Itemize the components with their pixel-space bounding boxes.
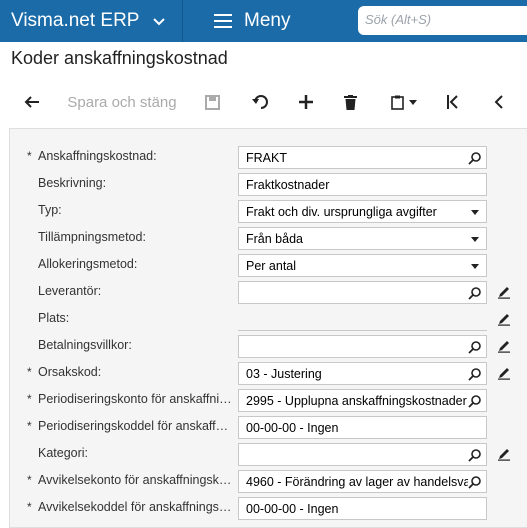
search-icon[interactable] [468,151,482,165]
app-switcher[interactable]: Visma.net ERP [0,0,183,42]
save-close-button[interactable]: Spara och stäng [62,84,182,120]
payment-terms-input[interactable] [238,335,487,358]
paste-menu-button[interactable] [386,84,422,120]
menu-button[interactable]: Meny [184,0,344,42]
field-label: Typ: [38,203,62,217]
search-icon[interactable] [468,367,482,381]
field-label: Plats: [38,311,70,325]
accrual-sub-value: 00-00-00 - Ingen [246,421,339,435]
caret-down-icon [409,99,417,105]
required-marker: * [27,500,32,514]
reason-code-input[interactable]: 03 - Justering [238,362,487,385]
description-value: Fraktkostnader [246,178,330,192]
category-input[interactable] [238,443,487,466]
accrual-sub-input[interactable]: 00-00-00 - Ingen [238,416,487,439]
allocation-method-select[interactable]: Per antal [238,254,487,277]
variance-sub-input[interactable]: 00-00-00 - Ingen [238,497,487,520]
location-input[interactable] [238,308,487,331]
search-icon[interactable] [468,340,482,354]
field-label: Orsakskod: [38,365,102,379]
pencil-icon[interactable] [497,285,511,299]
field-label: Leverantör: [38,284,102,298]
first-record-button[interactable] [440,84,464,120]
plus-icon [299,95,313,109]
search-icon[interactable] [468,475,482,489]
field-label: Periodiseringskonto för anskaffningskost… [38,392,234,406]
type-value: Frakt och div. ursprungliga avgifter [246,205,437,219]
variance-account-input[interactable]: 4960 - Förändring av lager av handelsvar… [238,470,487,493]
first-page-icon [446,95,458,109]
pencil-icon[interactable] [497,366,511,380]
search-icon[interactable] [468,286,482,300]
variance-account-value: 4960 - Förändring av lager av handelsvar… [246,475,468,489]
page-title: Koder anskaffningskostnad [11,48,228,68]
save-icon [204,94,220,110]
menu-label: Meny [244,10,291,31]
field-label: Betalningsvillkor: [38,338,132,352]
reason-code-value: 03 - Justering [246,367,322,381]
description-input[interactable]: Fraktkostnader [238,173,487,196]
type-select[interactable]: Frakt och div. ursprungliga avgifter [238,200,487,223]
toolbar: Spara och stäng [0,84,527,120]
dropdown-arrow-icon[interactable] [471,264,479,269]
search-icon[interactable] [468,448,482,462]
pencil-icon[interactable] [497,447,511,461]
field-label: Periodiseringskoddel för anskaffningskos… [38,419,234,433]
clipboard-icon [391,95,404,110]
undo-icon [252,95,268,109]
required-marker: * [27,473,32,487]
field-label: Beskrivning: [38,176,107,190]
search-input[interactable]: Sök (Alt+S) [358,6,527,35]
back-button[interactable] [20,84,44,120]
dropdown-arrow-icon[interactable] [471,210,479,215]
app-name: Visma.net ERP [11,10,140,31]
required-marker: * [27,365,32,379]
chevron-down-icon [153,13,166,29]
required-marker: * [27,149,32,163]
chevron-left-icon [494,95,503,109]
add-button[interactable] [294,84,318,120]
search-placeholder: Sök (Alt+S) [365,12,432,27]
vendor-input[interactable] [238,281,487,304]
field-label: Avvikelsekoddel för anskaffningskostnad: [38,500,234,514]
search-icon[interactable] [468,394,482,408]
save-button[interactable] [200,84,224,120]
arrow-left-icon [24,96,39,108]
delete-button[interactable] [338,84,362,120]
allocation-method-value: Per antal [246,259,297,273]
pencil-icon[interactable] [497,312,511,326]
apply-method-select[interactable]: Från båda [238,227,487,250]
required-marker: * [27,419,32,433]
hamburger-icon [214,14,232,28]
apply-method-value: Från båda [246,232,303,246]
accrual-account-input[interactable]: 2995 - Upplupna anskaffningskostnader [238,389,487,412]
pencil-icon[interactable] [497,339,511,353]
dropdown-arrow-icon[interactable] [471,237,479,242]
code-value: FRAKT [246,151,287,165]
field-label: Kategori: [38,446,89,460]
field-label: Avvikelsekonto för anskaffningskostnad: [38,473,234,487]
field-label: Tillämpningsmetod: [38,230,146,244]
top-bar: Visma.net ERP Meny Sök (Alt+S) [0,0,527,42]
previous-record-button[interactable] [486,84,510,120]
trash-icon [343,94,357,110]
code-input[interactable]: FRAKT [238,146,487,169]
variance-sub-value: 00-00-00 - Ingen [246,502,339,516]
undo-button[interactable] [248,84,272,120]
field-label: Anskaffningskostnad: [38,149,157,163]
accrual-account-value: 2995 - Upplupna anskaffningskostnader [246,394,467,408]
field-label: Allokeringsmetod: [38,257,138,271]
required-marker: * [27,392,32,406]
